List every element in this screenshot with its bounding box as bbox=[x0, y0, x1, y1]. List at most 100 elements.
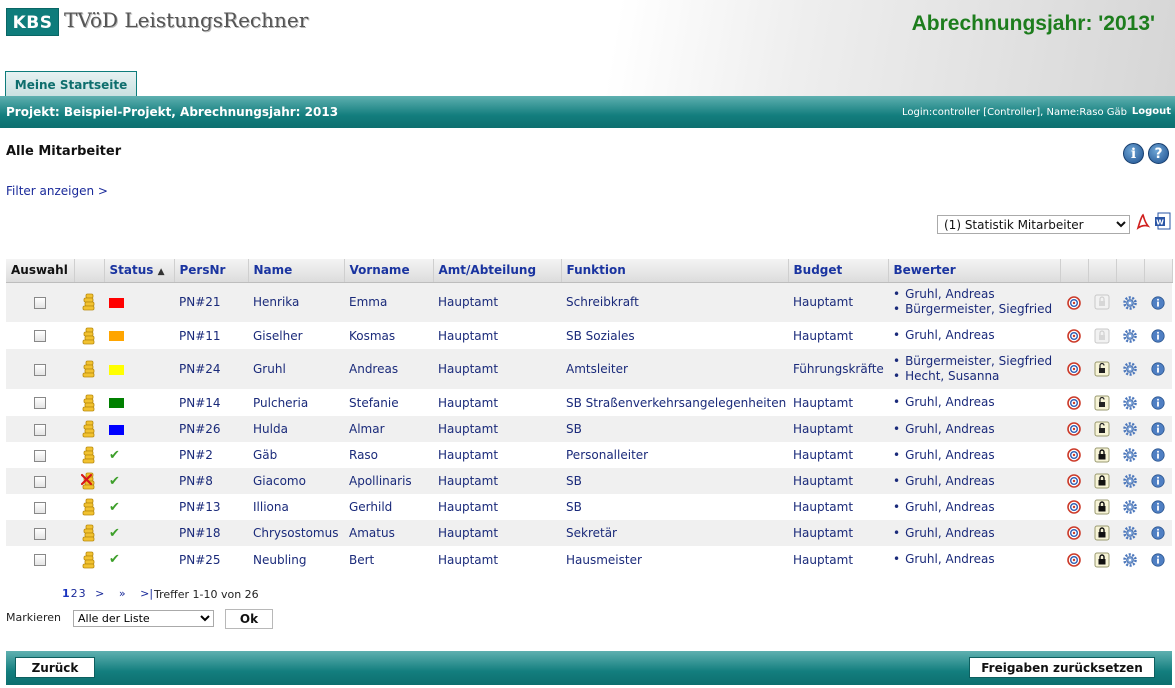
name-cell[interactable]: Neubling bbox=[248, 546, 344, 573]
persnr-cell[interactable]: PN#13 bbox=[174, 494, 248, 520]
amt-cell[interactable]: Hauptamt bbox=[433, 468, 561, 494]
vorname-cell[interactable]: Kosmas bbox=[344, 322, 433, 349]
amt-cell[interactable]: Hauptamt bbox=[433, 494, 561, 520]
reset-approvals-button[interactable]: Freigaben zurücksetzen bbox=[969, 657, 1155, 678]
page-1[interactable]: 1 bbox=[62, 587, 70, 600]
vorname-cell[interactable]: Stefanie bbox=[344, 389, 433, 416]
budget-cell[interactable]: Hauptamt bbox=[788, 442, 888, 468]
funktion-cell[interactable]: Amtsleiter bbox=[561, 349, 788, 389]
row-select-checkbox[interactable] bbox=[34, 501, 46, 514]
row-select-checkbox[interactable] bbox=[34, 397, 46, 409]
next-page-button[interactable]: > bbox=[95, 587, 104, 600]
info-icon[interactable] bbox=[1151, 362, 1165, 376]
back-button[interactable]: Zurück bbox=[15, 657, 95, 678]
row-select-checkbox[interactable] bbox=[34, 296, 46, 309]
logout-link[interactable]: Logout bbox=[1132, 106, 1171, 117]
budget-cell[interactable]: Hauptamt bbox=[788, 416, 888, 442]
persnr-cell[interactable]: PN#8 bbox=[174, 468, 248, 494]
lock-icon[interactable] bbox=[1094, 525, 1110, 541]
target-icon[interactable] bbox=[1067, 552, 1081, 567]
info-icon[interactable] bbox=[1151, 474, 1165, 488]
table-row[interactable]: ✔ PN#18 Chrysostomus Amatus Hauptamt Sekretär… bbox=[6, 520, 1172, 546]
info-icon[interactable] bbox=[1151, 295, 1165, 310]
funktion-cell[interactable]: Personalleiter bbox=[561, 442, 788, 468]
gear-icon[interactable] bbox=[1123, 362, 1137, 377]
vorname-cell[interactable]: Almar bbox=[344, 416, 433, 442]
lock-icon[interactable] bbox=[1094, 294, 1110, 310]
bewerter-item[interactable]: Gruhl, Andreas bbox=[893, 422, 1055, 437]
funktion-cell[interactable]: SB Soziales bbox=[561, 322, 788, 349]
vorname-cell[interactable]: Bert bbox=[344, 546, 433, 573]
col-funktion[interactable]: Funktion bbox=[561, 259, 789, 283]
persnr-cell[interactable]: PN#18 bbox=[174, 520, 248, 546]
amt-cell[interactable]: Hauptamt bbox=[433, 349, 561, 389]
row-select-checkbox[interactable] bbox=[34, 527, 46, 540]
funktion-cell[interactable]: Schreibkraft bbox=[561, 282, 788, 322]
info-icon[interactable] bbox=[1151, 526, 1165, 540]
gear-icon[interactable] bbox=[1123, 328, 1137, 343]
gear-icon[interactable] bbox=[1123, 474, 1137, 489]
gear-icon[interactable] bbox=[1123, 295, 1137, 310]
gear-icon[interactable] bbox=[1123, 422, 1137, 437]
budget-cell[interactable]: Hauptamt bbox=[788, 468, 888, 494]
funktion-cell[interactable]: SB bbox=[561, 494, 788, 520]
vorname-cell[interactable]: Andreas bbox=[344, 349, 433, 389]
info-icon[interactable] bbox=[1151, 422, 1165, 436]
filter-link[interactable]: Filter anzeigen > bbox=[6, 184, 108, 198]
info-icon[interactable] bbox=[1151, 500, 1165, 514]
bewerter-item[interactable]: Gruhl, Andreas bbox=[893, 474, 1055, 489]
budget-cell[interactable]: Hauptamt bbox=[788, 322, 888, 349]
row-select-checkbox[interactable] bbox=[34, 554, 46, 566]
budget-cell[interactable]: Führungskräfte bbox=[788, 349, 888, 389]
bewerter-item[interactable]: Gruhl, Andreas bbox=[893, 287, 1055, 302]
bewerter-item[interactable]: Gruhl, Andreas bbox=[893, 552, 1055, 567]
gear-icon[interactable] bbox=[1123, 395, 1137, 410]
funktion-cell[interactable]: SB bbox=[561, 416, 788, 442]
persnr-cell[interactable]: PN#25 bbox=[174, 546, 248, 573]
funktion-cell[interactable]: SB Straßenverkehrsangelegenheiten bbox=[561, 389, 788, 416]
lock-icon[interactable] bbox=[1094, 552, 1110, 567]
row-select-checkbox[interactable] bbox=[34, 449, 46, 462]
budget-cell[interactable]: Hauptamt bbox=[788, 546, 888, 573]
col-name[interactable]: Name bbox=[248, 259, 345, 283]
name-cell[interactable]: Henrika bbox=[248, 282, 344, 322]
funktion-cell[interactable]: SB bbox=[561, 468, 788, 494]
pdf-export-icon[interactable] bbox=[1135, 213, 1151, 231]
vorname-cell[interactable]: Gerhild bbox=[344, 494, 433, 520]
row-select-checkbox[interactable] bbox=[34, 330, 46, 342]
lock-icon[interactable] bbox=[1094, 421, 1110, 437]
funktion-cell[interactable]: Sekretär bbox=[561, 520, 788, 546]
gear-icon[interactable] bbox=[1123, 448, 1137, 463]
name-cell[interactable]: Chrysostomus bbox=[248, 520, 344, 546]
persnr-cell[interactable]: PN#26 bbox=[174, 416, 248, 442]
funktion-cell[interactable]: Hausmeister bbox=[561, 546, 788, 573]
gear-icon[interactable] bbox=[1123, 526, 1137, 541]
target-icon[interactable] bbox=[1067, 395, 1081, 410]
amt-cell[interactable]: Hauptamt bbox=[433, 520, 561, 546]
amt-cell[interactable]: Hauptamt bbox=[433, 322, 561, 349]
name-cell[interactable]: Illiona bbox=[248, 494, 344, 520]
gear-icon[interactable] bbox=[1123, 552, 1137, 567]
col-status[interactable]: Status ▲ bbox=[104, 259, 175, 283]
last-page-button[interactable]: >| bbox=[140, 587, 153, 600]
tab-home[interactable]: Meine Startseite bbox=[5, 71, 137, 97]
amt-cell[interactable]: Hauptamt bbox=[433, 416, 561, 442]
table-row[interactable]: ✔ PN#2 Gäb Raso Hauptamt Personalleiter Haupta… bbox=[6, 442, 1172, 468]
target-icon[interactable] bbox=[1067, 474, 1081, 489]
col-vorname[interactable]: Vorname bbox=[344, 259, 434, 283]
table-row[interactable]: PN#14 Pulcheria Stefanie Hauptamt SB Straßen… bbox=[6, 389, 1172, 416]
info-icon[interactable] bbox=[1151, 448, 1165, 462]
ok-button[interactable]: Ok bbox=[225, 609, 273, 629]
vorname-cell[interactable]: Amatus bbox=[344, 520, 433, 546]
name-cell[interactable]: Giacomo bbox=[248, 468, 344, 494]
help-icon[interactable]: ? bbox=[1148, 143, 1169, 164]
lock-icon[interactable] bbox=[1094, 361, 1110, 377]
lock-icon[interactable] bbox=[1094, 447, 1110, 463]
persnr-cell[interactable]: PN#21 bbox=[174, 282, 248, 322]
target-icon[interactable] bbox=[1067, 328, 1081, 343]
table-row[interactable]: PN#24 Gruhl Andreas Hauptamt Amtsleiter Führu… bbox=[6, 349, 1172, 389]
bewerter-item[interactable]: Bürgermeister, Siegfried bbox=[893, 354, 1055, 369]
col-bewerter[interactable]: Bewerter bbox=[888, 259, 1061, 283]
table-row[interactable]: PN#21 Henrika Emma Hauptamt Schreibkraft Haup… bbox=[6, 282, 1172, 322]
target-icon[interactable] bbox=[1067, 295, 1081, 310]
